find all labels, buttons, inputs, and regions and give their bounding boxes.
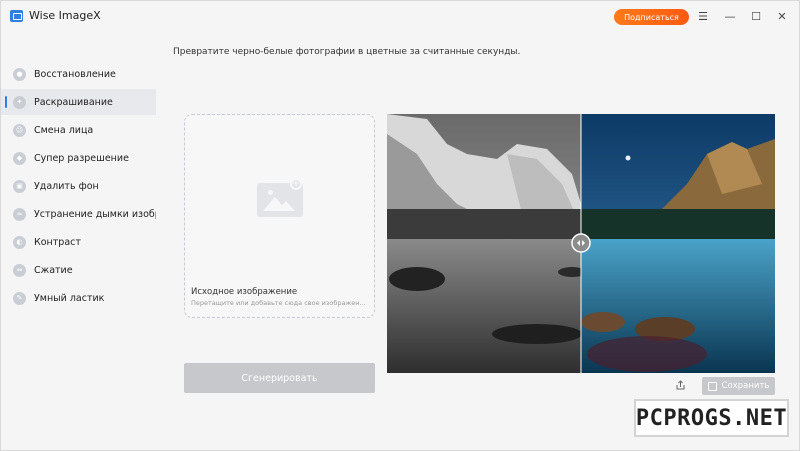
sidebar-item-contrast[interactable]: ◐ Контраст <box>1 229 156 255</box>
sidebar-item-remove-background[interactable]: ▣ Удалить фон <box>1 173 156 199</box>
minimize-icon[interactable]: — <box>721 8 739 24</box>
sidebar-item-label: Супер разрешение <box>34 152 129 164</box>
sidebar-item-label: Восстановление <box>34 68 116 80</box>
sidebar-item-label: Раскрашивание <box>34 96 113 108</box>
upload-title: Исходное изображение <box>191 287 298 297</box>
smart-eraser-icon: ✎ <box>13 291 26 305</box>
face-swap-icon: ☺ <box>13 123 26 137</box>
watermark: PCPROGS.NET <box>634 399 789 437</box>
before-after-preview <box>387 114 775 373</box>
title-bar: Wise ImageX Подписаться ☰ — ☐ ✕ <box>1 1 800 31</box>
add-image-icon: + <box>290 178 302 190</box>
sidebar-item-label: Удалить фон <box>34 180 99 192</box>
sidebar-item-label: Устранение дымки изображ <box>34 208 156 220</box>
sidebar-item-compress[interactable]: ⇔ Сжатие <box>1 257 156 283</box>
upload-dropzone[interactable]: + Исходное изображение Перетащите или до… <box>184 114 375 318</box>
sidebar-item-restore[interactable]: ● Восстановление <box>1 61 156 87</box>
sidebar-item-colorize[interactable]: ✦ Раскрашивание <box>1 89 156 115</box>
super-resolution-icon: ◆ <box>13 151 26 165</box>
remove-background-icon: ▣ <box>13 179 26 193</box>
save-icon <box>707 381 717 391</box>
generate-button[interactable]: Сгенерировать <box>184 363 375 393</box>
compare-slider-handle[interactable] <box>571 233 591 253</box>
upload-hint: Перетащите или добавьте сюда свое изобра… <box>191 299 366 307</box>
sidebar-item-smart-eraser[interactable]: ✎ Умный ластик <box>1 285 156 311</box>
sidebar-item-dehaze[interactable]: ≈ Устранение дымки изображ <box>1 201 156 227</box>
dehaze-icon: ≈ <box>13 207 26 221</box>
compress-icon: ⇔ <box>13 263 26 277</box>
contrast-icon: ◐ <box>13 235 26 249</box>
close-icon[interactable]: ✕ <box>773 8 791 24</box>
maximize-icon[interactable]: ☐ <box>747 8 765 24</box>
sidebar: ● Восстановление ✦ Раскрашивание ☺ Смена… <box>1 61 161 313</box>
sidebar-item-label: Умный ластик <box>34 292 105 304</box>
save-button[interactable]: Сохранить <box>702 377 775 395</box>
sidebar-item-label: Смена лица <box>34 124 94 136</box>
subscribe-button[interactable]: Подписаться <box>614 9 689 25</box>
app-title: Wise ImageX <box>29 9 101 22</box>
restore-icon: ● <box>13 67 26 81</box>
instruction-text: Превратите черно-белые фотографии в цвет… <box>173 47 521 57</box>
sidebar-item-label: Контраст <box>34 236 81 248</box>
colorize-icon: ✦ <box>13 95 26 109</box>
sidebar-item-face-swap[interactable]: ☺ Смена лица <box>1 117 156 143</box>
save-button-label: Сохранить <box>721 381 770 391</box>
app-window: Wise ImageX Подписаться ☰ — ☐ ✕ ● Восста… <box>0 0 800 451</box>
sidebar-item-label: Сжатие <box>34 264 73 276</box>
preview-image <box>387 114 775 373</box>
share-icon[interactable] <box>673 378 687 392</box>
menu-icon[interactable]: ☰ <box>694 8 712 24</box>
app-logo-icon <box>10 10 23 22</box>
sidebar-item-super-resolution[interactable]: ◆ Супер разрешение <box>1 145 156 171</box>
